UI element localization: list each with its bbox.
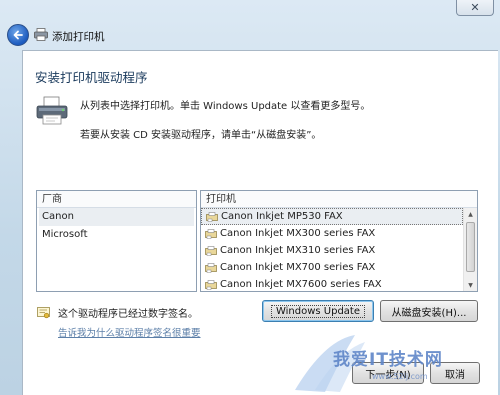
back-button[interactable] [7, 24, 29, 46]
manufacturer-header: 厂商 [37, 191, 196, 208]
printer-item[interactable]: Canon Inkjet MX7600 series FAX [201, 276, 477, 291]
scroll-thumb[interactable] [466, 222, 475, 272]
printer-icon [34, 28, 48, 41]
printer-name: Canon Inkjet MX300 series FAX [220, 228, 376, 239]
printer-name: Canon Inkjet MX7600 series FAX [220, 279, 382, 290]
fax-printer-icon [206, 211, 218, 222]
signed-driver-icon [37, 307, 50, 319]
printer-name: Canon Inkjet MX700 series FAX [220, 262, 376, 273]
fax-printer-icon [205, 279, 217, 290]
back-arrow-icon [13, 30, 23, 40]
signature-status: 这个驱动程序已经过数字签名。 [58, 309, 198, 320]
manufacturer-item-canon[interactable]: Canon [39, 208, 194, 226]
printer-item[interactable]: Canon Inkjet MX300 series FAX [201, 225, 477, 242]
windows-update-button[interactable]: Windows Update [262, 300, 374, 322]
fax-printer-icon [205, 262, 217, 273]
printer-name: Canon Inkjet MX310 series FAX [220, 245, 376, 256]
instruction-disk: 若要从安装 CD 安装驱动程序，请单击“从磁盘安装”。 [80, 130, 322, 141]
close-button[interactable]: ✕ [456, 0, 494, 16]
titlebar: 添加打印机 [0, 20, 500, 50]
page-heading: 安装打印机驱动程序 [35, 70, 148, 85]
printer-illustration-icon [36, 96, 68, 125]
fax-printer-icon [205, 245, 217, 256]
manufacturer-item-microsoft[interactable]: Microsoft [37, 226, 196, 244]
windows-update-label: Windows Update [270, 304, 366, 318]
printer-item[interactable]: Canon Inkjet MX310 series FAX [201, 242, 477, 259]
fax-printer-icon [205, 228, 217, 239]
printer-list[interactable]: 打印机 Canon Inkjet MP530 FAX Canon Inkjet … [200, 190, 478, 292]
printer-item[interactable]: Canon Inkjet MP530 FAX [201, 208, 463, 225]
printer-header: 打印机 [201, 191, 477, 208]
printer-item[interactable]: Canon Inkjet MX700 series FAX [201, 259, 477, 276]
window-title: 添加打印机 [52, 31, 105, 43]
scroll-up-icon[interactable]: ▲ [464, 208, 477, 221]
printer-name: Canon Inkjet MP530 FAX [221, 211, 343, 222]
watermark-url: www.52ij.com [372, 372, 428, 381]
instruction-select: 从列表中选择打印机。单击 Windows Update 以查看更多型号。 [80, 101, 371, 112]
manufacturer-list[interactable]: 厂商 Canon Microsoft [36, 190, 197, 292]
scroll-down-icon[interactable]: ▼ [464, 279, 477, 291]
have-disk-button[interactable]: 从磁盘安装(H)... [380, 300, 478, 322]
watermark-text: 我爱IT技术网 [333, 350, 443, 370]
printer-list-scrollbar[interactable]: ▲ ▼ [463, 208, 477, 291]
signature-info-link[interactable]: 告诉我为什么驱动程序签名很重要 [58, 325, 201, 339]
